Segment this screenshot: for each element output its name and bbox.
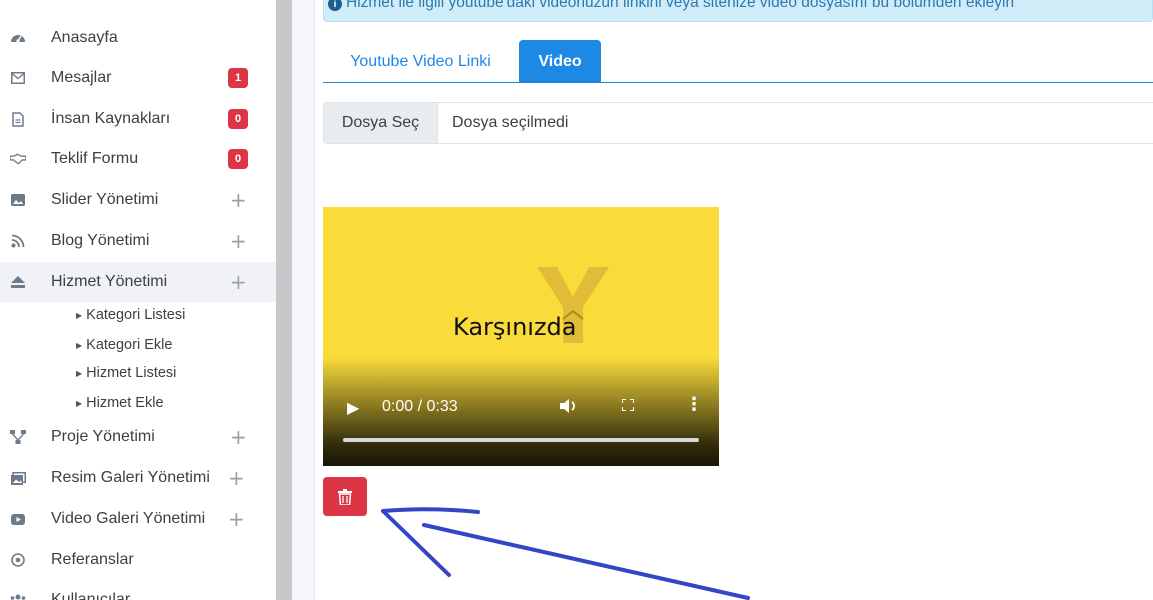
envelope-icon	[10, 70, 26, 86]
images-icon	[10, 470, 26, 486]
sidebar-item-label: Slider Yönetimi	[51, 191, 159, 208]
expand-icon[interactable]: +	[228, 509, 245, 529]
info-icon: i	[328, 0, 342, 11]
sidebar: Anasayfa Mesajlar 1 İnsan Kaynakları 0 T…	[0, 0, 276, 600]
sidebar-item-kullanicilar[interactable]: Kullanıcılar	[0, 580, 276, 600]
trash-icon	[338, 488, 352, 505]
unread-count-badge: 1	[228, 68, 248, 88]
rss-icon	[10, 233, 26, 249]
tab-video[interactable]: Video	[519, 40, 601, 83]
submenu-item-label: Kategori Listesi	[86, 307, 186, 323]
video-player[interactable]: Karşınızda ▶ 0:00 / 0:33 ⋮	[323, 207, 719, 466]
sidebar-item-label: Teklif Formu	[51, 150, 139, 167]
sidebar-divider	[276, 0, 292, 600]
count-badge: 0	[228, 149, 248, 169]
sidebar-item-insan-kaynaklari[interactable]: İnsan Kaynakları 0	[0, 99, 276, 139]
dashboard-icon	[10, 30, 26, 46]
expand-icon[interactable]: +	[230, 427, 247, 447]
caret-right-icon: ▶	[76, 398, 83, 408]
sidebar-item-label: Blog Yönetimi	[51, 232, 150, 249]
submenu-item-label: Hizmet Ekle	[86, 395, 164, 411]
submenu-item-hizmet-listesi[interactable]: ▶ Hizmet Listesi	[76, 363, 176, 383]
info-alert: i Hizmet ile ilgili youtube'daki videonu…	[323, 0, 1153, 22]
sidebar-item-label: Video Galeri Yönetimi	[51, 510, 206, 527]
media-tabs: Youtube Video Linki Video	[323, 40, 1153, 83]
sidebar-item-label: Proje Yönetimi	[51, 428, 155, 445]
volume-icon[interactable]	[560, 398, 578, 418]
sidebar-item-referanslar[interactable]: Referanslar	[0, 540, 276, 580]
sidebar-item-label: İnsan Kaynakları	[51, 110, 171, 127]
video-file-input[interactable]: Dosya Seç Dosya seçilmedi	[323, 102, 1153, 144]
expand-icon[interactable]: +	[230, 190, 247, 210]
video-progress-bar[interactable]	[343, 438, 699, 442]
users-icon	[10, 592, 26, 600]
target-icon	[10, 552, 26, 568]
submenu-item-label: Hizmet Listesi	[86, 365, 177, 381]
sidebar-item-label: Hizmet Yönetimi	[51, 273, 168, 290]
sidebar-item-resim-galeri-yonetimi[interactable]: Resim Galeri Yönetimi +	[0, 458, 276, 498]
count-badge: 0	[228, 109, 248, 129]
handshake-icon	[10, 151, 26, 167]
delete-video-button[interactable]	[323, 477, 367, 516]
sidebar-item-label: Kullanıcılar	[51, 591, 131, 600]
sidebar-item-hizmet-yonetimi[interactable]: Hizmet Yönetimi +	[0, 262, 276, 302]
submenu-item-hizmet-ekle[interactable]: ▶ Hizmet Ekle	[76, 393, 164, 413]
caret-right-icon: ▶	[76, 310, 83, 320]
video-frame-caption: Karşınızda	[453, 313, 577, 341]
fullscreen-icon[interactable]	[622, 399, 634, 411]
sidebar-item-proje-yonetimi[interactable]: Proje Yönetimi +	[0, 417, 276, 457]
more-options-icon[interactable]: ⋮	[685, 396, 703, 414]
play-icon[interactable]: ▶	[347, 398, 359, 417]
image-icon	[10, 192, 26, 208]
submenu-item-kategori-ekle[interactable]: ▶ Kategori Ekle	[76, 335, 172, 355]
sidebar-item-label: Resim Galeri Yönetimi	[51, 469, 210, 486]
sidebar-item-blog-yonetimi[interactable]: Blog Yönetimi +	[0, 221, 276, 261]
expand-icon[interactable]: +	[230, 272, 247, 292]
sidebar-item-mesajlar[interactable]: Mesajlar 1	[0, 58, 276, 98]
sitemap-icon	[10, 429, 26, 445]
caret-right-icon: ▶	[76, 368, 83, 378]
document-icon	[10, 111, 26, 127]
video-time: 0:00 / 0:33	[382, 398, 458, 415]
submenu-item-label: Kategori Ekle	[86, 337, 173, 353]
youtube-icon	[10, 511, 26, 527]
sidebar-item-anasayfa[interactable]: Anasayfa	[0, 18, 276, 58]
tab-youtube-video-link[interactable]: Youtube Video Linki	[328, 40, 513, 83]
expand-icon[interactable]: +	[230, 231, 247, 251]
sidebar-item-teklif-formu[interactable]: Teklif Formu 0	[0, 139, 276, 179]
file-status-text: Dosya seçilmedi	[452, 114, 569, 131]
sidebar-item-label: Mesajlar	[51, 69, 112, 86]
sidebar-item-video-galeri-yonetimi[interactable]: Video Galeri Yönetimi +	[0, 499, 276, 539]
choose-file-button[interactable]: Dosya Seç	[324, 103, 438, 143]
sidebar-item-slider-yonetimi[interactable]: Slider Yönetimi +	[0, 180, 276, 220]
eject-icon	[10, 274, 26, 290]
caret-right-icon: ▶	[76, 340, 83, 350]
sidebar-item-label: Anasayfa	[51, 29, 118, 46]
submenu-item-kategori-listesi[interactable]: ▶ Kategori Listesi	[76, 305, 185, 325]
info-alert-text: Hizmet ile ilgili youtube'daki videonuzu…	[346, 0, 1015, 11]
sidebar-item-label: Referanslar	[51, 551, 134, 568]
expand-icon[interactable]: +	[228, 468, 245, 488]
